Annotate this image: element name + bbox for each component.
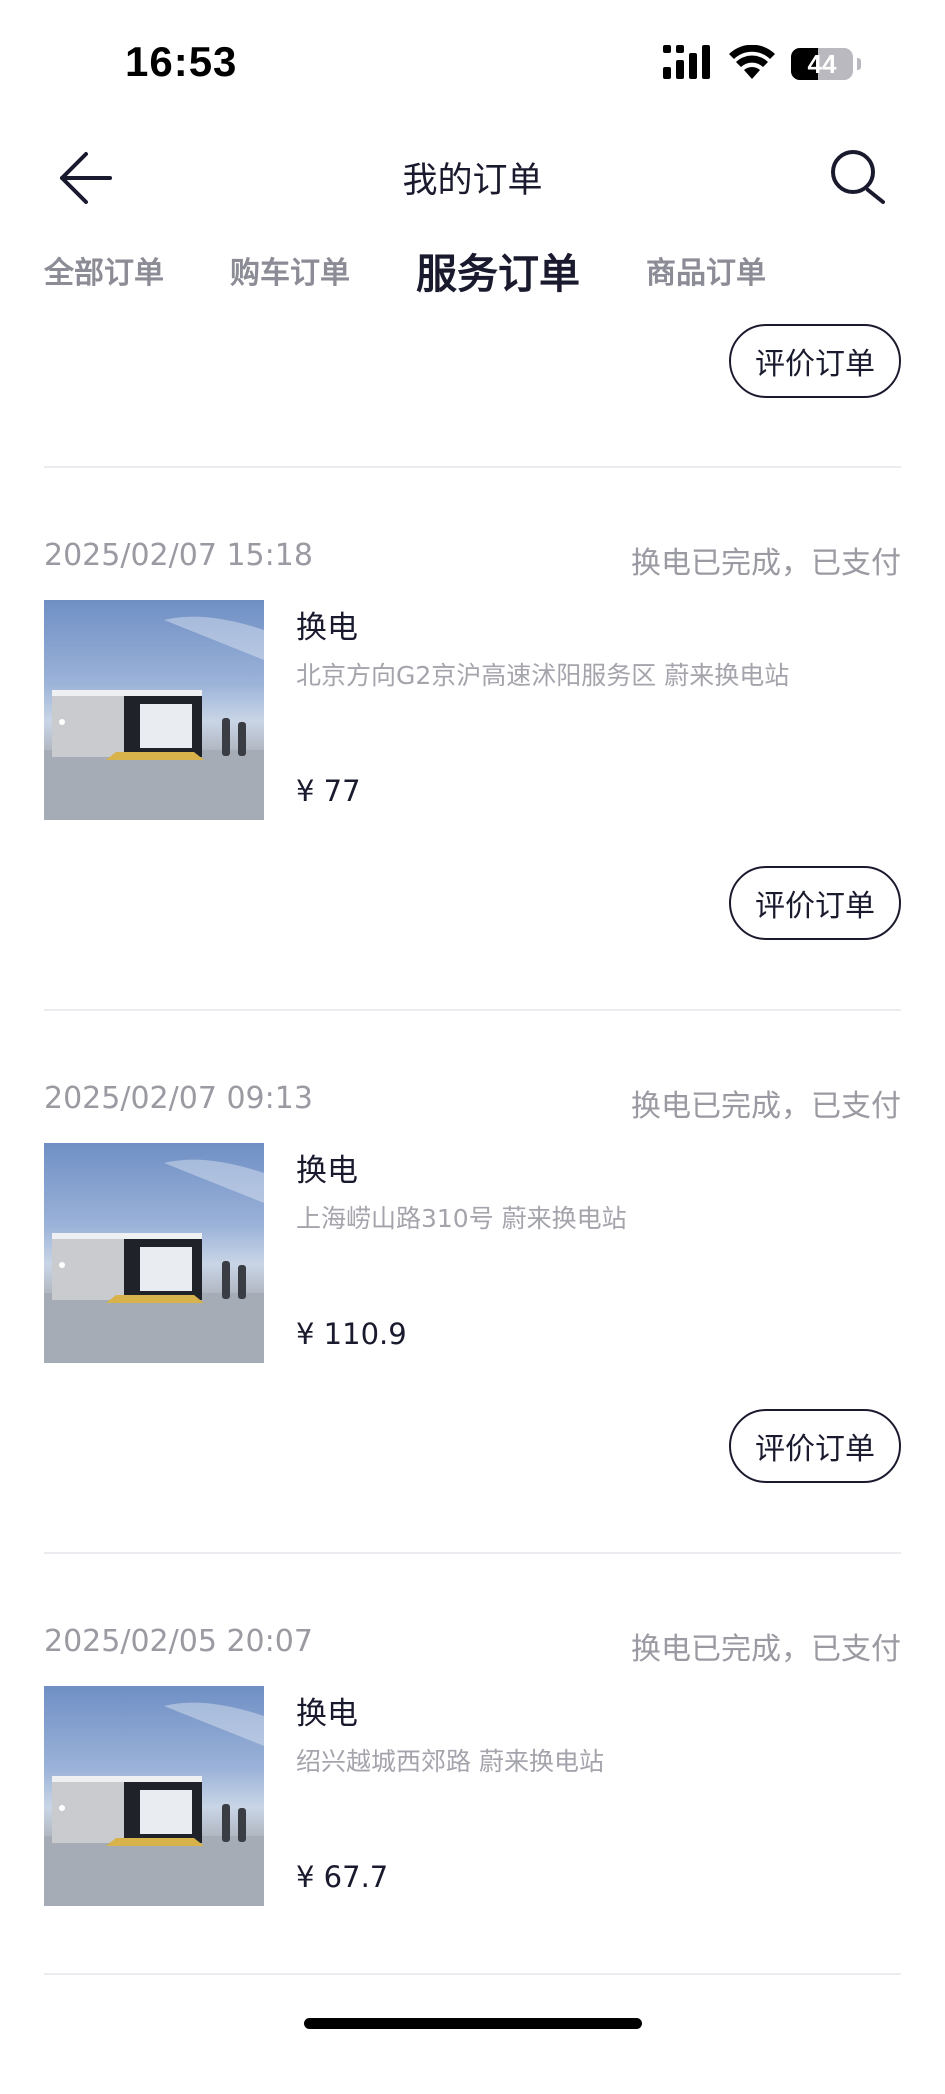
order-date: 2025/02/07 15:18 [44,538,313,573]
order-card[interactable]: 2025/02/07 09:13 换电已完成，已支付 换电 上海崂山路310号 … [44,1081,901,1551]
tab-all-orders[interactable]: 全部订单 [44,248,164,292]
status-icons: 44 [663,44,861,84]
page-title: 我的订单 [402,161,543,201]
battery-cap [857,58,861,70]
tab-product-orders[interactable]: 商品订单 [646,248,766,292]
swap-station-image [44,1686,264,1906]
rate-order-button[interactable]: 评价订单 [729,324,901,398]
status-time: 16:53 [125,38,238,85]
rate-order-button[interactable]: 评价订单 [729,866,901,940]
station-address: 绍兴越城西郊路 蔚来换电站 [296,1747,604,1776]
tab-service-orders[interactable]: 服务订单 [416,240,580,300]
order-card[interactable]: 2025/02/07 15:18 换电已完成，已支付 换电 北京方向G2京沪高速… [44,538,901,1008]
divider [44,1009,901,1011]
rate-order-button[interactable]: 评价订单 [729,1409,901,1483]
station-address: 上海崂山路310号 蔚来换电站 [296,1204,627,1233]
search-button[interactable] [827,146,889,208]
order-price: ¥ 110.9 [296,1317,407,1351]
wifi-icon [729,44,775,83]
service-name: 换电 [296,1696,358,1732]
search-icon [831,150,885,204]
order-tabs: 全部订单 购车订单 服务订单 商品订单 [44,240,766,300]
previous-order-actions: 评价订单 [729,324,901,398]
service-name: 换电 [296,610,358,646]
divider [44,1973,901,1975]
station-address: 北京方向G2京沪高速沭阳服务区 蔚来换电站 [296,661,790,690]
cellular-signal-icon [663,45,713,83]
battery-level: 44 [807,48,837,79]
home-indicator[interactable] [304,2018,642,2029]
order-date: 2025/02/05 20:07 [44,1624,313,1659]
order-price: ¥ 77 [296,774,361,808]
divider [44,466,901,468]
battery-icon: 44 [791,48,853,80]
swap-station-image [44,600,264,820]
header: 我的订单 [0,130,945,230]
tab-car-orders[interactable]: 购车订单 [230,248,350,292]
status-bar: 16:53 44 [0,0,945,120]
swap-station-image [44,1143,264,1363]
order-date: 2025/02/07 09:13 [44,1081,313,1116]
order-price: ¥ 67.7 [296,1860,389,1894]
divider [44,1552,901,1554]
order-status: 换电已完成，已支付 [631,546,901,581]
service-name: 换电 [296,1153,358,1189]
order-status: 换电已完成，已支付 [631,1089,901,1124]
order-status: 换电已完成，已支付 [631,1632,901,1667]
